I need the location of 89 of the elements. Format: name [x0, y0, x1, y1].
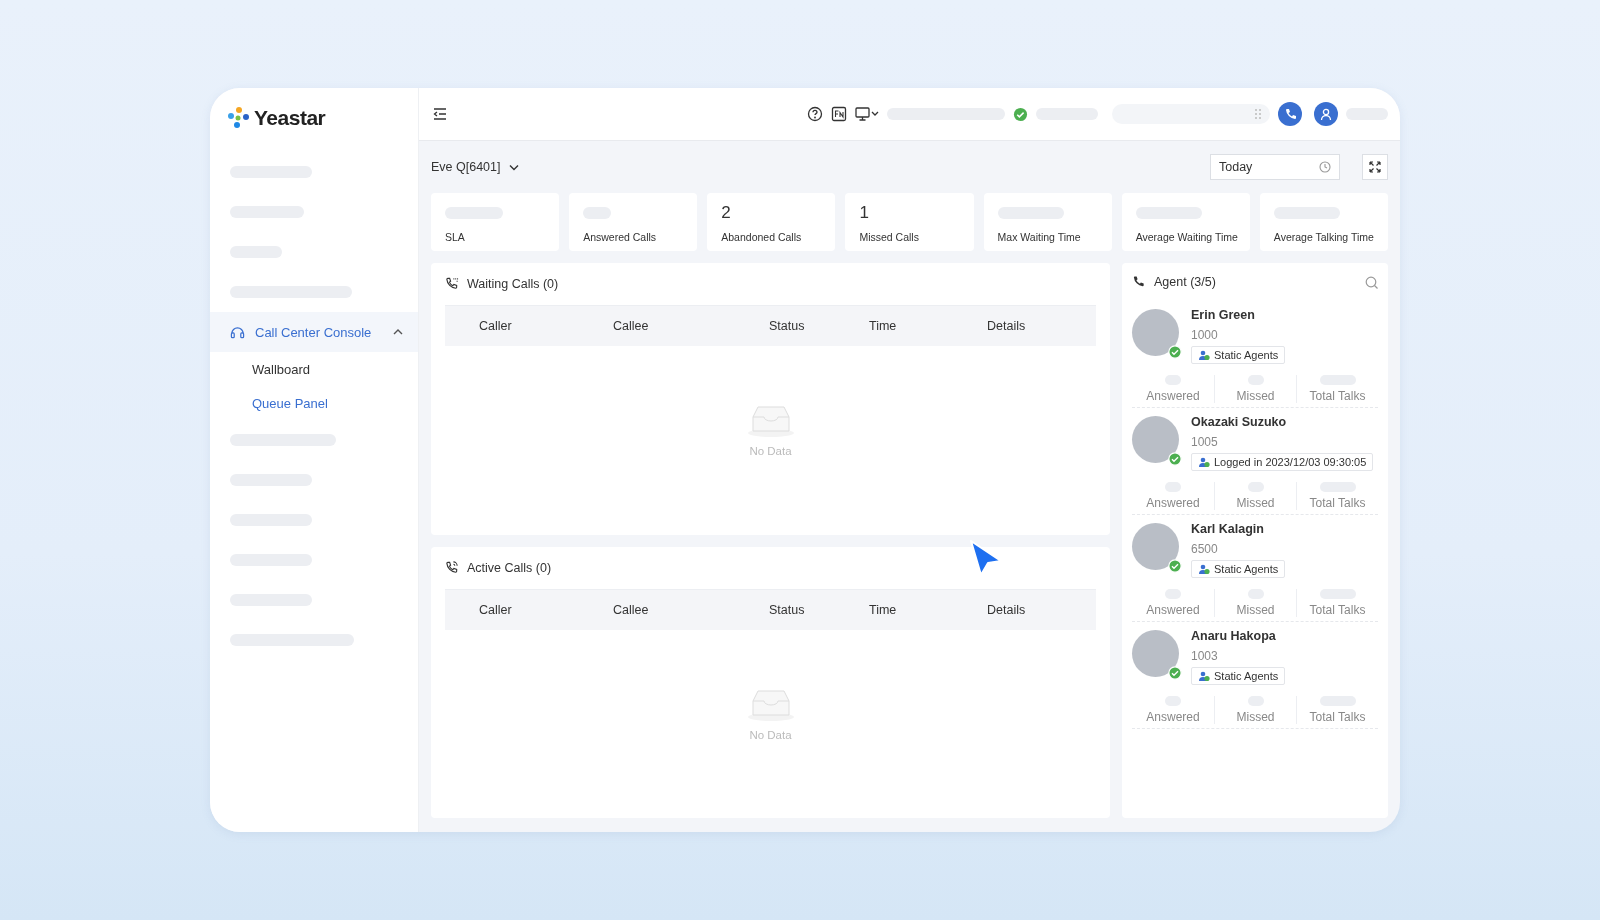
- agent-card[interactable]: Okazaki Suzuko 1005 Logged in 2023/12/03 09:30:05 Answered Missed Total Talks: [1132, 408, 1378, 515]
- stat-label: Average Talking Time: [1273, 231, 1375, 243]
- column-header: Callee: [613, 602, 650, 617]
- agent-extension: 1000: [1191, 328, 1219, 342]
- metric-label: Total Talks: [1309, 496, 1366, 510]
- sidebar-item[interactable]: Queue Panel: [210, 386, 418, 420]
- stat-label: SLA: [445, 231, 466, 243]
- fullscreen-button[interactable]: [1362, 154, 1388, 180]
- agent-name: Karl Kalagin: [1191, 522, 1265, 536]
- sidebar-item[interactable]: Wallboard: [210, 352, 418, 386]
- tag-text: Logged in 2023/12/03 09:30:05: [1214, 456, 1367, 468]
- agent-extension: 6500: [1191, 542, 1219, 556]
- stat-label: Missed Calls: [859, 231, 920, 243]
- agent-name: Okazaki Suzuko: [1191, 415, 1288, 429]
- column-header: Caller: [479, 319, 513, 333]
- clock-icon: [1319, 161, 1331, 173]
- headset-icon: [230, 324, 245, 340]
- stat-label: Max Waiting Time: [997, 231, 1082, 243]
- metric-label: Answered: [1146, 389, 1200, 403]
- stat-value: 2: [721, 203, 732, 223]
- queue-selector[interactable]: Eve Q[6401]: [431, 160, 519, 174]
- stat-label: Average Waiting Time: [1135, 231, 1239, 243]
- agent-group-icon: [1198, 456, 1210, 468]
- panel-title: Agent (3/5): [1154, 275, 1217, 289]
- agent-group-icon: [1198, 349, 1210, 361]
- tag-text: Static Agents: [1214, 563, 1279, 575]
- panel-title: Waiting Calls (0): [467, 277, 559, 291]
- empty-inbox-icon: [746, 403, 795, 438]
- agent-group-icon: [1198, 670, 1210, 682]
- metric-label: Total Talks: [1309, 389, 1366, 403]
- avatar-placeholder: [1132, 416, 1179, 463]
- metric-label: Answered: [1146, 710, 1200, 724]
- search-icon[interactable]: [1365, 275, 1378, 289]
- sidebar-group[interactable]: Call Center Console: [210, 312, 418, 352]
- function-key-icon[interactable]: [831, 106, 847, 122]
- metric-label: Missed: [1236, 710, 1275, 724]
- chevron-icon: [508, 163, 519, 171]
- help-icon[interactable]: [807, 106, 823, 122]
- user-avatar[interactable]: [1314, 102, 1338, 126]
- panel-title: Active Calls (0): [467, 560, 552, 575]
- column-header: Details: [987, 602, 1027, 617]
- column-header: Details: [987, 319, 1027, 333]
- logo-icon: [226, 105, 250, 131]
- empty-text: No Data: [749, 728, 792, 741]
- metric-label: Answered: [1146, 496, 1200, 510]
- avatar-placeholder: [1132, 630, 1179, 677]
- monitor-icon[interactable]: [855, 106, 879, 122]
- sidebar-group-label: Call Center Console: [255, 324, 373, 340]
- agent-name: Erin Green: [1191, 308, 1256, 322]
- column-header: Status: [769, 602, 806, 617]
- agent-extension: 1005: [1191, 435, 1219, 449]
- phone-icon: [1283, 107, 1297, 121]
- keypad-icon: [1254, 108, 1262, 120]
- dialer-field[interactable]: [1112, 104, 1270, 124]
- tag-text: Static Agents: [1214, 670, 1279, 682]
- metric-label: Missed: [1236, 389, 1275, 403]
- stat-label: Abandoned Calls: [721, 231, 803, 243]
- avatar-placeholder: [1132, 309, 1179, 356]
- fullscreen-icon: [1369, 161, 1381, 173]
- phone-icon: [445, 560, 459, 575]
- user-icon: [1319, 107, 1333, 121]
- agent-extension: 1003: [1191, 649, 1219, 663]
- column-header: Time: [869, 319, 898, 333]
- column-header: Callee: [613, 319, 650, 333]
- stat-label: Answered Calls: [583, 231, 658, 243]
- date-range-field[interactable]: Today: [1210, 154, 1340, 180]
- phone-icon: [445, 277, 459, 291]
- metric-label: Missed: [1236, 496, 1275, 510]
- agent-name: Anaru Hakopa: [1191, 629, 1277, 643]
- phone-button[interactable]: [1278, 102, 1302, 126]
- stat-value: 1: [859, 203, 870, 223]
- metric-label: Total Talks: [1309, 710, 1366, 724]
- agent-card[interactable]: Anaru Hakopa 1003 Static Agents Answered Missed Total Talks: [1132, 622, 1378, 729]
- phone-icon: [1132, 275, 1146, 289]
- empty-text: No Data: [749, 445, 792, 458]
- column-header: Time: [869, 602, 898, 617]
- tag-text: Static Agents: [1214, 349, 1279, 361]
- column-header: Status: [769, 319, 806, 333]
- column-header: Caller: [479, 602, 513, 617]
- chevron-icon[interactable]: [392, 327, 404, 337]
- menu-fold-icon[interactable]: [433, 107, 447, 121]
- agent-card[interactable]: Erin Green 1000 Static Agents Answered Missed Total Talks: [1132, 301, 1378, 408]
- agent-card[interactable]: Karl Kalagin 6500 Static Agents Answered Missed Total Talks: [1132, 515, 1378, 622]
- metric-label: Missed: [1236, 603, 1275, 617]
- logo-text: Yeastar: [254, 106, 326, 130]
- metric-label: Total Talks: [1309, 603, 1366, 617]
- avatar-placeholder: [1132, 523, 1179, 570]
- agent-group-icon: [1198, 563, 1210, 575]
- metric-label: Answered: [1146, 603, 1200, 617]
